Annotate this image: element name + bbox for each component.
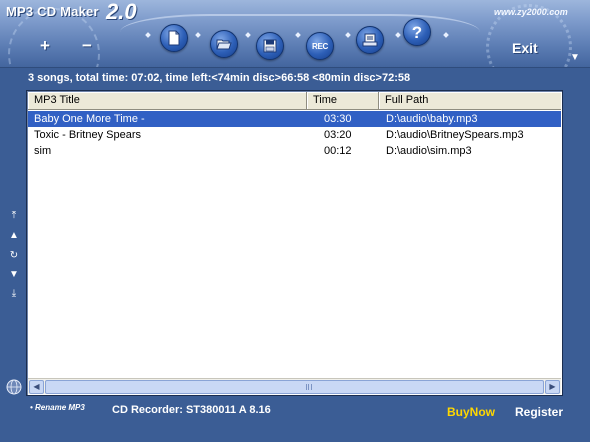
song-time: 03:30 bbox=[324, 113, 352, 125]
new-file-button[interactable] bbox=[160, 24, 188, 52]
menu-arrow-icon[interactable]: ▼ bbox=[570, 52, 580, 63]
grip-icon bbox=[306, 384, 312, 390]
table-row[interactable]: sim 00:12 D:\audio\sim.mp3 bbox=[28, 143, 561, 159]
table-row[interactable]: Baby One More Time - 03:30 D:\audio\baby… bbox=[28, 111, 561, 127]
help-button[interactable]: ? bbox=[403, 18, 431, 46]
song-title: Baby One More Time - bbox=[34, 113, 145, 125]
globe-icon[interactable] bbox=[6, 379, 22, 395]
document-icon bbox=[168, 30, 180, 46]
record-button[interactable]: REC bbox=[306, 32, 334, 60]
song-list[interactable]: MP3 Title Time Full Path Baby One More T… bbox=[26, 90, 563, 396]
cd-burner-icon bbox=[362, 33, 378, 47]
open-folder-button[interactable] bbox=[210, 30, 238, 58]
rec-icon: REC bbox=[312, 41, 328, 51]
song-path: D:\audio\baby.mp3 bbox=[386, 113, 478, 125]
cd-recorder-label: CD Recorder: ST380011 A 8.16 bbox=[112, 404, 271, 416]
song-title: Toxic - Britney Spears bbox=[34, 129, 141, 141]
move-down-button[interactable]: ▼ bbox=[8, 269, 20, 281]
status-summary: 3 songs, total time: 07:02, time left:<7… bbox=[28, 72, 411, 84]
rename-mp3-link[interactable]: • Rename MP3 bbox=[30, 403, 85, 412]
song-time: 00:12 bbox=[324, 145, 352, 157]
scroll-right-button[interactable]: ▶ bbox=[545, 380, 560, 394]
register-link[interactable]: Register bbox=[515, 405, 563, 419]
move-bottom-button[interactable]: ⤓ bbox=[8, 288, 20, 300]
column-header-time[interactable]: Time bbox=[307, 92, 379, 110]
scroll-left-button[interactable]: ◀ bbox=[29, 380, 44, 394]
column-header-title[interactable]: MP3 Title bbox=[28, 92, 307, 110]
remove-song-button[interactable]: − bbox=[79, 37, 95, 54]
app-title: MP3 CD Maker bbox=[6, 4, 99, 19]
add-song-button[interactable]: + bbox=[37, 37, 53, 54]
horizontal-scrollbar[interactable]: ◀ ▶ bbox=[28, 378, 561, 394]
song-path: D:\audio\sim.mp3 bbox=[386, 145, 472, 157]
song-title: sim bbox=[34, 145, 52, 157]
website-link[interactable]: www.zy2000.com bbox=[494, 7, 568, 17]
folder-open-icon bbox=[216, 39, 232, 50]
column-header-path[interactable]: Full Path bbox=[379, 92, 561, 110]
shuffle-button[interactable]: ↻ bbox=[8, 250, 20, 262]
exit-button[interactable]: Exit bbox=[512, 40, 538, 56]
app-version: 2.0 bbox=[106, 0, 137, 24]
scroll-thumb[interactable] bbox=[45, 380, 544, 394]
help-icon: ? bbox=[411, 22, 423, 42]
move-top-button[interactable]: ⤒ bbox=[8, 210, 20, 222]
buy-now-link[interactable]: BuyNow bbox=[447, 405, 495, 419]
song-time: 03:20 bbox=[324, 129, 352, 141]
list-body[interactable]: Baby One More Time - 03:30 D:\audio\baby… bbox=[28, 111, 561, 377]
move-up-button[interactable]: ▲ bbox=[8, 230, 20, 242]
save-button[interactable] bbox=[256, 32, 284, 60]
list-header: MP3 Title Time Full Path bbox=[28, 92, 561, 110]
song-path: D:\audio\BritneySpears.mp3 bbox=[386, 129, 524, 141]
burner-button[interactable] bbox=[356, 26, 384, 54]
floppy-disk-icon bbox=[263, 39, 277, 53]
header-bar: MP3 CD Maker 2.0 www.zy2000.com + − REC bbox=[0, 0, 590, 68]
table-row[interactable]: Toxic - Britney Spears 03:20 D:\audio\Br… bbox=[28, 127, 561, 143]
